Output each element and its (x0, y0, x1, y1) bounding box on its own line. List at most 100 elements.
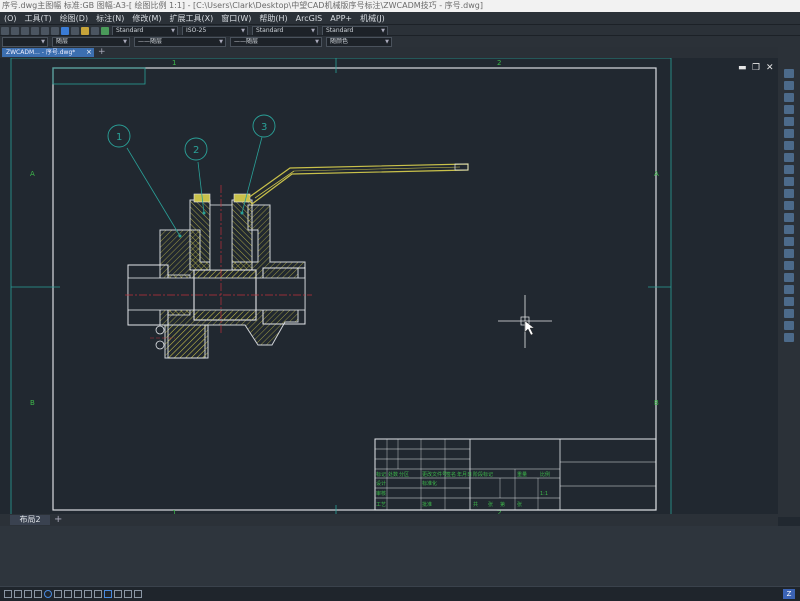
projection-box (52, 67, 146, 85)
close-icon[interactable]: × (86, 48, 92, 57)
zoom-realtime-icon[interactable] (31, 26, 39, 35)
crosshair-cursor (498, 295, 552, 348)
tb-cell: 标准化 (422, 480, 437, 487)
properties-toolbar: ▼ 随层 ▼ ——随层 ▼ ——随层 ▼ 随颜色 ▼ (0, 35, 800, 47)
selection-cycle-icon[interactable] (104, 590, 112, 598)
tool-icon[interactable] (784, 93, 794, 102)
tb-cell: 张 (517, 501, 522, 508)
tool-icon[interactable] (784, 81, 794, 90)
menu-item-ext-tools[interactable]: 扩展工具(X) (165, 13, 217, 24)
tool-icon[interactable] (784, 117, 794, 126)
tool-icon[interactable] (784, 141, 794, 150)
multileader-style-select[interactable]: Standard ▼ (322, 25, 388, 36)
tb-cell: 共 (473, 501, 478, 508)
layout-tab[interactable]: 布局2 (10, 515, 50, 525)
document-tabs: ZWCADM... - 序号.dwg* × + (0, 47, 800, 58)
drawing-canvas[interactable]: 1 2 1 2 A B A B 1 2 3 标记 处数 分区 更改文件号 签名 … (0, 58, 778, 514)
balloon-number: 2 (193, 145, 199, 156)
menu-item-window[interactable]: 窗口(W) (217, 13, 255, 24)
lineweight-select[interactable]: ——随层 ▼ (230, 36, 322, 47)
menu-item-format[interactable]: (O) (0, 14, 21, 23)
undo-icon[interactable] (1, 26, 9, 35)
drawing-sheet: 1 2 1 2 A B A B 1 2 3 标记 处数 分区 更改文件号 签名 … (10, 58, 672, 514)
tb-cell: 批准 (422, 501, 432, 508)
dim-style-select[interactable]: ISO-25 ▼ (182, 25, 248, 36)
tool-icon[interactable] (784, 285, 794, 294)
redo-icon[interactable] (11, 26, 19, 35)
menu-item-draw[interactable]: 绘图(D) (56, 13, 92, 24)
zone-col-label: 1 (172, 59, 176, 67)
zwcad-logo-icon[interactable]: Z (783, 589, 795, 599)
tb-cell: 处数 (388, 471, 398, 478)
close-icon[interactable]: ✕ (766, 63, 774, 73)
valve-section-view (125, 163, 469, 359)
tool-icon[interactable] (784, 309, 794, 318)
tool-icon[interactable] (784, 273, 794, 282)
properties-icon[interactable] (61, 26, 69, 35)
annotation-icon[interactable] (124, 590, 132, 598)
table-style-select[interactable]: Standard ▼ (252, 25, 318, 36)
menu-item-help[interactable]: 帮助(H) (255, 13, 291, 24)
zoom-previous-icon[interactable] (51, 26, 59, 35)
tb-cell: 工艺 (376, 502, 386, 508)
color-select[interactable]: 随层 ▼ (52, 36, 130, 47)
tool-icon[interactable] (784, 261, 794, 270)
ortho-icon[interactable] (24, 590, 32, 598)
chevron-down-icon: ▼ (123, 38, 127, 45)
tool-icon[interactable] (784, 129, 794, 138)
tool-icon[interactable] (784, 249, 794, 258)
osnap-icon[interactable] (44, 590, 52, 598)
calculator-icon[interactable] (91, 26, 99, 35)
tb-cell: 重量 (517, 471, 527, 478)
snap-icon[interactable] (14, 590, 22, 598)
tool-icon[interactable] (784, 165, 794, 174)
menu-item-modify[interactable]: 修改(M) (128, 13, 165, 24)
layout-tabs: 布局2 + (0, 514, 778, 526)
tool-icon[interactable] (784, 189, 794, 198)
tool-icon[interactable] (784, 201, 794, 210)
tool-icon[interactable] (784, 153, 794, 162)
design-center-icon[interactable] (71, 26, 79, 35)
plotstyle-select[interactable]: 随颜色 ▼ (326, 36, 392, 47)
menu-item-app[interactable]: APP+ (326, 14, 356, 23)
menu-item-tools[interactable]: 工具(T) (21, 13, 56, 24)
command-line[interactable] (0, 526, 800, 586)
help-icon[interactable] (101, 26, 109, 35)
menu-item-mechanical[interactable]: 机械(J) (356, 13, 389, 24)
tool-icon[interactable] (784, 69, 794, 78)
tool-icon[interactable] (784, 213, 794, 222)
ducs-icon[interactable] (64, 590, 72, 598)
linetype-select[interactable]: ——随层 ▼ (134, 36, 226, 47)
tool-icon[interactable] (784, 321, 794, 330)
transparency-icon[interactable] (94, 590, 102, 598)
chevron-down-icon: ▼ (219, 38, 223, 45)
polar-icon[interactable] (34, 590, 42, 598)
tool-palette-icon[interactable] (81, 26, 89, 35)
grid-icon[interactable] (4, 590, 12, 598)
balloon-number: 3 (261, 122, 267, 133)
chevron-down-icon: ▼ (381, 27, 385, 34)
tool-icon[interactable] (784, 177, 794, 186)
text-style-select[interactable]: Standard ▼ (112, 25, 178, 36)
restore-icon[interactable]: ❐ (752, 63, 760, 73)
model-space-icon[interactable] (114, 590, 122, 598)
tool-icon[interactable] (784, 105, 794, 114)
add-layout-button[interactable]: + (54, 514, 62, 525)
new-tab-button[interactable]: + (98, 47, 106, 57)
dyn-icon[interactable] (74, 590, 82, 598)
otrack-icon[interactable] (54, 590, 62, 598)
menu-item-dimension[interactable]: 标注(N) (92, 13, 128, 24)
lineweight-icon[interactable] (84, 590, 92, 598)
minimize-icon[interactable]: ▬ (738, 63, 747, 73)
tool-icon[interactable] (784, 297, 794, 306)
tool-icon[interactable] (784, 225, 794, 234)
workspace-icon[interactable] (134, 590, 142, 598)
tool-icon[interactable] (784, 333, 794, 342)
tb-cell: 阶段标记 (473, 471, 493, 478)
pan-icon[interactable] (21, 26, 29, 35)
tool-icon[interactable] (784, 237, 794, 246)
document-tab[interactable]: ZWCADM... - 序号.dwg* × (2, 48, 94, 57)
layer-select[interactable]: ▼ (2, 36, 48, 47)
zoom-window-icon[interactable] (41, 26, 49, 35)
menu-item-arcgis[interactable]: ArcGIS (292, 14, 327, 23)
